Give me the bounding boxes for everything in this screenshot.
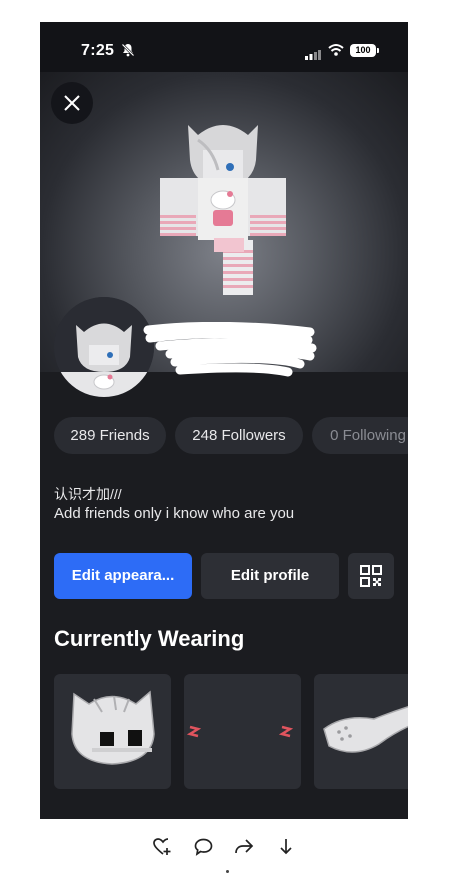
comment-icon[interactable] [194, 838, 213, 861]
mask-accessory-icon [323, 706, 408, 753]
profile-avatar[interactable] [54, 297, 154, 397]
edit-appearance-button[interactable]: Edit appeara... [54, 553, 192, 599]
close-button[interactable] [51, 82, 93, 124]
qr-code-icon [360, 565, 382, 587]
edit-profile-button[interactable]: Edit profile [201, 553, 339, 599]
bell-muted-icon [121, 43, 135, 62]
signal-icon [305, 47, 321, 65]
qr-code-button[interactable] [348, 553, 394, 599]
share-icon[interactable] [234, 838, 254, 861]
wearing-item-3[interactable] [314, 674, 408, 789]
currently-wearing-title: Currently Wearing [54, 626, 245, 651]
wearing-item-2[interactable] [184, 674, 301, 789]
download-icon[interactable] [278, 838, 294, 861]
bio-line-2: Add friends only i know who are you [54, 505, 295, 522]
bio-line-1: 认识才加/// [54, 486, 122, 502]
status-bar: 7:25 100 [40, 22, 408, 72]
battery-indicator: 100 [350, 44, 379, 57]
status-time: 7:25 [81, 42, 115, 59]
page-indicator [226, 870, 229, 873]
avatar-headshot-icon [54, 297, 154, 397]
heart-plus-icon[interactable] [153, 838, 173, 861]
phone-screen: 7:25 100 289 Friends 248 Followers 0 Fol… [40, 22, 408, 819]
friends-pill[interactable]: 289 Friends [54, 417, 166, 454]
following-pill[interactable]: 0 Following [312, 417, 408, 454]
wifi-icon [328, 43, 344, 62]
bottom-toolbar [0, 838, 461, 864]
redacted-username [143, 322, 317, 377]
close-icon [64, 95, 80, 111]
blush-marks-accessory-icon [186, 725, 294, 738]
avatar-figure [160, 125, 286, 295]
cat-head-accessory-icon [71, 690, 155, 765]
followers-pill[interactable]: 248 Followers [175, 417, 303, 454]
wearing-item-1[interactable] [54, 674, 171, 789]
stats-row: 289 Friends 248 Followers 0 Following [54, 417, 408, 454]
